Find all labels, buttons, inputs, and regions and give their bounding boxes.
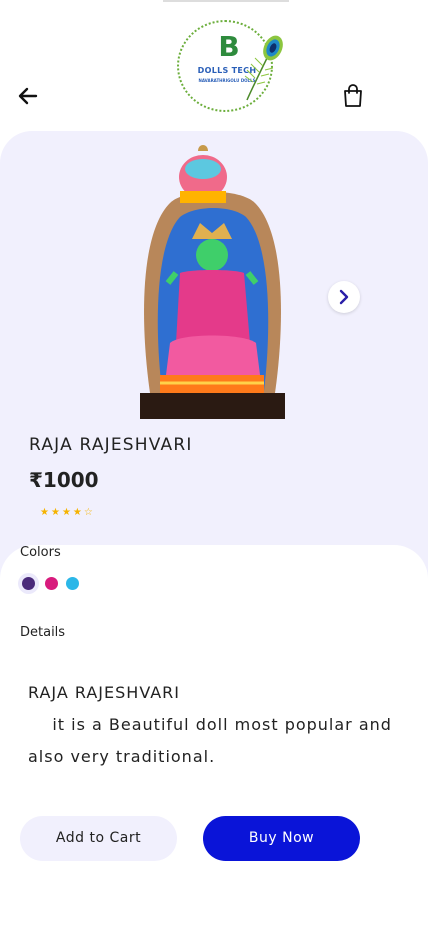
star-icon: ★ — [40, 507, 51, 518]
description-title: RAJA RAJESHVARI — [28, 683, 181, 702]
brand-logo: B DOLLS TECH NAVARATHRIGOLU DOLLS — [163, 0, 289, 115]
peacock-feather-icon — [244, 35, 283, 101]
product-price: ₹1000 — [29, 468, 99, 492]
color-swatch-purple[interactable] — [22, 577, 35, 590]
rating-stars: ★★★★☆ — [40, 507, 95, 518]
arrow-left-icon[interactable] — [16, 84, 40, 108]
color-swatch-pink[interactable] — [45, 577, 58, 590]
add-to-cart-button[interactable]: Add to Cart — [20, 816, 177, 861]
star-icon: ★ — [61, 507, 73, 518]
color-swatch-blue[interactable] — [66, 577, 79, 590]
doll-figurine-image — [140, 145, 285, 419]
star-icon: ★ — [50, 507, 62, 518]
product-title: RAJA RAJESHVARI — [29, 435, 193, 455]
description-line: it is a Beautiful doll most popular and — [28, 709, 408, 741]
colors-label: Colors — [20, 545, 61, 560]
star-icon: ★ — [72, 507, 84, 518]
product-description: RAJA RAJESHVARI it is a Beautiful doll m… — [28, 677, 408, 773]
next-image-button[interactable] — [328, 281, 360, 313]
description-text: it is a Beautiful doll most popular and — [52, 715, 392, 734]
logo-letter: B — [218, 30, 240, 63]
details-label: Details — [20, 625, 66, 640]
shopping-bag-icon[interactable] — [342, 84, 364, 108]
star-empty-icon: ☆ — [83, 507, 95, 518]
buy-now-button[interactable]: Buy Now — [203, 816, 360, 861]
description-line: also very traditional. — [28, 747, 216, 766]
chevron-right-icon — [339, 289, 349, 305]
